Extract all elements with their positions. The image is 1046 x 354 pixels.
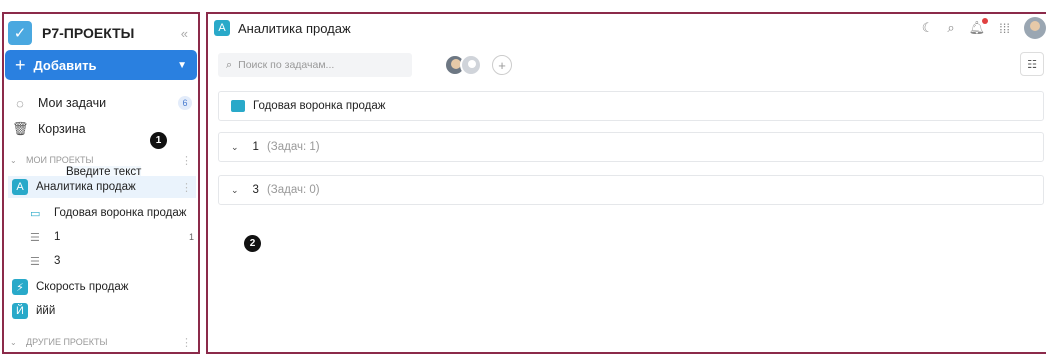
apps-grid-icon[interactable]: ⁞⁞⁞: [999, 21, 1010, 36]
sidebar-item-my-tasks[interactable]: ◌ Мои задачи 6: [12, 92, 192, 114]
filter-settings-button[interactable]: ☷: [1020, 52, 1044, 76]
chevron-down-icon[interactable]: ⌄: [231, 185, 239, 196]
folder-card-label: Годовая воронка продаж: [253, 100, 386, 112]
add-button-label: Добавить: [33, 57, 97, 73]
bell-icon[interactable]: 🔔︎: [969, 18, 989, 36]
list-label: 1: [54, 231, 61, 243]
more-vertical-icon[interactable]: ⋮: [181, 154, 192, 167]
notification-dot: [982, 18, 989, 24]
lightning-icon: ⚡: [12, 279, 28, 295]
sidebar-project[interactable]: Й ййй: [12, 300, 196, 322]
logo-check-icon: ✓: [8, 21, 32, 45]
folder-icon: ▭: [30, 207, 41, 220]
avatar[interactable]: [460, 54, 482, 76]
sidebar-list[interactable]: ☰ 1 1: [30, 226, 196, 248]
sidebar-list[interactable]: ☰ 3: [30, 250, 196, 272]
project-label: Скорость продаж: [36, 281, 129, 293]
project-badge: А: [214, 20, 230, 36]
collapse-sidebar-icon[interactable]: «: [181, 26, 188, 41]
annotation-marker: 2: [244, 235, 261, 252]
sidebar: ✓ Р7-ПРОЕКТЫ « + Добавить ▼ ◌ Мои задачи…: [4, 14, 198, 354]
header: А Аналитика продаж ☾ ⌕ 🔔︎ ⁞⁞⁞: [214, 16, 1046, 40]
page-title: Аналитика продаж: [238, 20, 351, 36]
sidebar-folder[interactable]: ▭ Годовая воронка продаж: [30, 202, 196, 224]
group-name: 3: [252, 184, 259, 196]
plus-icon: +: [15, 55, 26, 75]
more-vertical-icon[interactable]: ⋮: [181, 181, 192, 194]
project-label: ййй: [36, 305, 56, 317]
chevron-down-icon[interactable]: ⌄: [231, 142, 239, 153]
avatar[interactable]: [1024, 17, 1046, 39]
search-placeholder: Поиск по задачам...: [238, 59, 335, 71]
sidebar-project[interactable]: ⚡ Скорость продаж: [12, 276, 196, 298]
list-icon: ☰: [30, 231, 40, 244]
tasks-count-badge: 6: [178, 96, 192, 110]
project-rename-input[interactable]: Введите текст: [66, 166, 142, 178]
chevron-down-icon: ⌄: [10, 337, 17, 347]
sidebar-project-selected[interactable]: А Аналитика продаж ⋮: [8, 176, 196, 198]
moon-icon[interactable]: ☾: [922, 20, 934, 36]
annotation-marker: 1: [150, 132, 167, 149]
folder-label: Годовая воронка продаж: [54, 207, 187, 219]
task-group[interactable]: ⌄ 3 (Задач: 0): [218, 175, 1044, 205]
task-group[interactable]: ⌄ 1 (Задач: 1): [218, 132, 1044, 162]
group-task-count: (Задач: 1): [266, 141, 320, 153]
add-member-button[interactable]: +: [492, 55, 512, 75]
sidebar-item-label: Корзина: [38, 122, 86, 136]
logo-row: ✓ Р7-ПРОЕКТЫ «: [8, 18, 194, 48]
logo-text: Р7-ПРОЕКТЫ: [42, 25, 135, 41]
chevron-down-icon: ▼: [177, 59, 187, 71]
more-vertical-icon[interactable]: ⋮: [181, 336, 192, 349]
dashed-check-circle-icon: ◌: [16, 95, 24, 111]
sidebar-item-label: Мои задачи: [38, 96, 107, 110]
search-input[interactable]: ⌕ Поиск по задачам...: [218, 53, 412, 77]
group-name: 1: [252, 141, 259, 153]
trash-icon: 🗑: [12, 121, 29, 136]
list-count: 1: [188, 232, 194, 242]
header-icons: ☾ ⌕ 🔔︎ ⁞⁞⁞: [922, 17, 1046, 39]
members: +: [444, 53, 512, 77]
project-badge: А: [12, 179, 28, 195]
project-label: Аналитика продаж: [36, 181, 136, 193]
chevron-down-icon: ⌄: [10, 155, 17, 165]
group-task-count: (Задач: 0): [266, 184, 320, 196]
list-label: 3: [54, 255, 61, 267]
section-title: ДРУГИЕ ПРОЕКТЫ: [26, 337, 108, 347]
list-icon: ☰: [30, 255, 40, 268]
search-icon[interactable]: ⌕: [947, 20, 954, 36]
add-button[interactable]: + Добавить ▼: [5, 50, 197, 80]
folder-icon: [231, 100, 245, 112]
search-icon: ⌕: [226, 58, 233, 71]
folder-card[interactable]: Годовая воронка продаж: [218, 91, 1044, 121]
section-other-projects[interactable]: ⌄ ДРУГИЕ ПРОЕКТЫ ⋮: [10, 334, 192, 350]
section-title: МОИ ПРОЕКТЫ: [26, 155, 94, 165]
project-badge: Й: [12, 303, 28, 319]
